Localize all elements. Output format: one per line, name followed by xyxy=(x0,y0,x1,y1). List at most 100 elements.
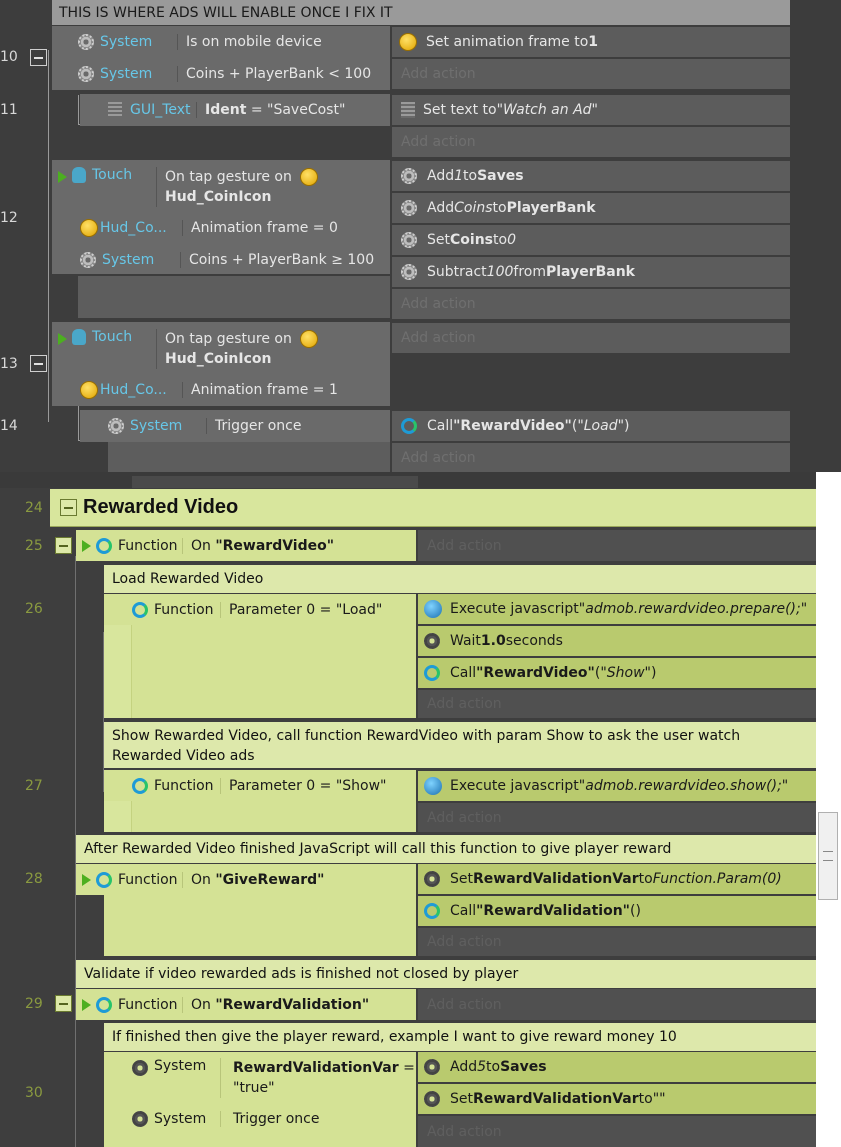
condition-object: System xyxy=(154,1111,207,1127)
comment-text: Load Rewarded Video xyxy=(112,571,264,587)
collapse-toggle[interactable] xyxy=(55,537,72,554)
gear-icon xyxy=(401,200,417,216)
condition-row[interactable]: System Coins + PlayerBank ≥ 100 xyxy=(80,245,390,275)
condition-row[interactable]: System Trigger once xyxy=(108,411,390,441)
function-name: "RewardValidation" xyxy=(215,996,370,1013)
function-call-icon xyxy=(424,665,440,681)
add-action-label: Add action xyxy=(427,537,502,554)
condition-row[interactable]: Function On "RewardVideo" xyxy=(76,530,416,561)
trigger-arrow-icon xyxy=(82,998,91,1011)
action-text: Execute javascript xyxy=(450,778,579,794)
condition-row[interactable]: Function On "RewardValidation" xyxy=(76,989,416,1020)
group-header[interactable]: Rewarded Video xyxy=(50,489,816,527)
comment[interactable]: Show Rewarded Video, call function Rewar… xyxy=(104,722,816,768)
system-gear-icon xyxy=(132,1060,148,1076)
event-indent xyxy=(104,625,132,718)
event-number: 29 xyxy=(25,996,43,1012)
condition-row[interactable]: Hud_Co... Animation frame = 1 xyxy=(80,375,390,405)
comment[interactable]: After Rewarded Video finished JavaScript… xyxy=(76,835,816,863)
action-row[interactable]: Add Coins to PlayerBank xyxy=(392,193,790,223)
action-value: Function.Param(0) xyxy=(652,871,782,887)
right-pane xyxy=(816,472,841,1147)
action-row[interactable]: Call "RewardValidation" () xyxy=(418,896,816,926)
add-action[interactable]: Add action xyxy=(392,443,790,472)
condition-row[interactable]: Touch On tap gesture on Hud_CoinIcon xyxy=(58,323,390,373)
add-action[interactable]: Add action xyxy=(392,127,790,157)
condition-text: Trigger once xyxy=(220,1111,319,1127)
function-icon xyxy=(96,996,112,1013)
collapse-toggle[interactable] xyxy=(55,995,72,1012)
condition-object-param: Hud_CoinIcon xyxy=(165,189,272,205)
action-text: to xyxy=(493,232,508,248)
comment[interactable]: If finished then give the player reward,… xyxy=(104,1023,816,1051)
action-value: 1 xyxy=(588,34,599,50)
condition-row[interactable]: Function Parameter 0 = "Load" xyxy=(132,594,416,625)
condition-text: Parameter 0 = "Load" xyxy=(220,601,382,618)
condition-row[interactable]: GUI_Text Ident = "SaveCost" xyxy=(108,95,390,125)
action-row[interactable]: Set text to "Watch an Ad" xyxy=(392,95,790,125)
collapse-toggle[interactable] xyxy=(30,49,47,66)
condition-row[interactable]: System Trigger once xyxy=(132,1104,416,1134)
action-row[interactable]: Set animation frame to 1 xyxy=(392,27,790,57)
add-action[interactable]: Add action xyxy=(392,289,790,319)
action-row[interactable]: Subtract 100 from PlayerBank xyxy=(392,257,790,287)
condition-row[interactable]: System RewardValidationVar = "true" xyxy=(132,1052,416,1102)
comment[interactable]: Validate if video rewarded ads is finish… xyxy=(76,960,816,988)
condition-row[interactable]: Touch On tap gesture on Hud_CoinIcon xyxy=(58,161,390,211)
gear-icon xyxy=(401,264,417,280)
condition-row[interactable]: System Coins + PlayerBank < 100 xyxy=(78,59,390,89)
gear-icon xyxy=(401,168,417,184)
add-action[interactable]: Add action xyxy=(418,928,816,956)
action-row[interactable]: Call "RewardVideo" ("Show") xyxy=(418,658,816,688)
gear-icon xyxy=(424,871,440,887)
action-text: Add xyxy=(450,1059,478,1075)
add-action-label: Add action xyxy=(401,296,476,312)
add-action[interactable]: Add action xyxy=(418,803,816,832)
action-row[interactable]: Execute javascript "admob.rewardvideo.pr… xyxy=(418,594,816,624)
action-row[interactable]: Add 5 to Saves xyxy=(418,1052,816,1082)
javascript-code: "admob.rewardvideo.show();" xyxy=(578,778,789,794)
action-text: ) xyxy=(650,665,657,681)
action-row[interactable]: Execute javascript "admob.rewardvideo.sh… xyxy=(418,771,816,801)
condition-text: On xyxy=(191,871,216,888)
function-call-icon xyxy=(424,903,440,919)
javascript-code: "admob.rewardvideo.prepare();" xyxy=(578,601,808,617)
action-row[interactable]: Set RewardValidationVar to "" xyxy=(418,1084,816,1114)
condition-row[interactable]: Function Parameter 0 = "Show" xyxy=(132,770,416,801)
tree-line xyxy=(78,406,79,440)
scrollbar-thumb[interactable] xyxy=(818,812,838,900)
add-action[interactable]: Add action xyxy=(418,690,816,718)
condition-row[interactable]: System Is on mobile device xyxy=(78,27,390,57)
action-text: Call xyxy=(427,418,454,434)
action-variable: RewardValidationVar xyxy=(473,871,639,887)
collapse-toggle[interactable] xyxy=(30,355,47,372)
add-action-label: Add action xyxy=(427,996,502,1013)
action-row[interactable]: Add 1 to Saves xyxy=(392,161,790,191)
event-number: 10 xyxy=(0,49,18,65)
function-name: "RewardVideo" xyxy=(453,418,572,434)
add-action[interactable]: Add action xyxy=(392,323,790,353)
add-action[interactable]: Add action xyxy=(418,530,816,561)
action-value: 1.0 xyxy=(480,633,506,649)
action-row[interactable]: Wait 1.0 seconds xyxy=(418,626,816,656)
action-row[interactable]: Call "RewardVideo" ("Load") xyxy=(392,411,790,441)
comment-text: After Rewarded Video finished JavaScript… xyxy=(84,841,672,857)
condition-row[interactable]: Hud_Co... Animation frame = 0 xyxy=(80,213,390,243)
action-row[interactable]: Set Coins to 0 xyxy=(392,225,790,255)
action-row[interactable]: Set RewardValidationVar to Function.Para… xyxy=(418,864,816,894)
action-value: 100 xyxy=(486,264,514,280)
add-action[interactable]: Add action xyxy=(418,1116,816,1147)
group-collapse-toggle[interactable] xyxy=(60,499,77,516)
action-variable: Saves xyxy=(500,1059,547,1075)
condition-text: Coins + PlayerBank < 100 xyxy=(177,66,371,82)
condition-row[interactable]: Function On "GiveReward" xyxy=(76,864,416,895)
add-action[interactable]: Add action xyxy=(418,989,816,1020)
comment-text: Validate if video rewarded ads is finish… xyxy=(84,966,519,982)
banner-comment[interactable]: THIS IS WHERE ADS WILL ENABLE ONCE I FIX… xyxy=(52,0,790,25)
condition-text: On xyxy=(191,996,216,1013)
action-text: to xyxy=(463,168,478,184)
add-action[interactable]: Add action xyxy=(392,59,790,89)
condition-object: Function xyxy=(154,601,214,618)
action-text: Call xyxy=(450,903,477,919)
comment[interactable]: Load Rewarded Video xyxy=(104,565,816,593)
